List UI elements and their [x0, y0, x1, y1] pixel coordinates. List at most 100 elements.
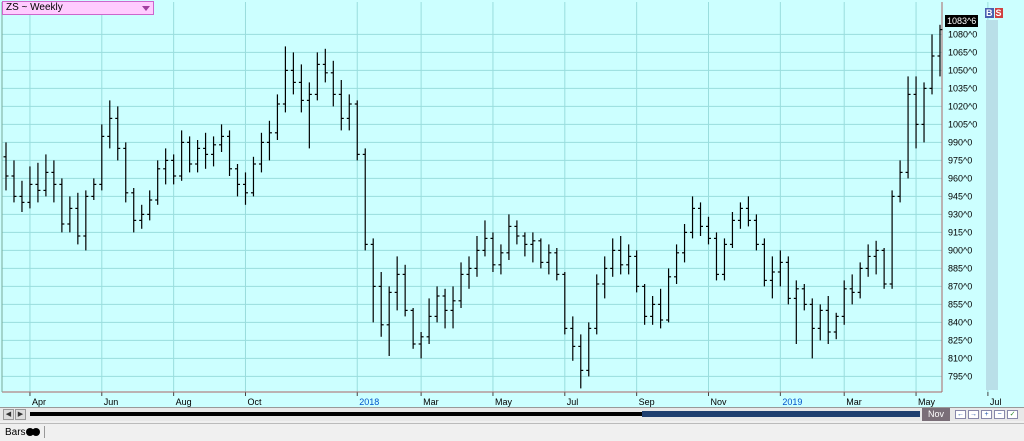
y-tick-label: 855^0: [948, 299, 972, 309]
ohlc-bar: [809, 298, 815, 359]
ohlc-bar: [322, 48, 328, 83]
y-tick-label: 915^0: [948, 227, 972, 237]
ohlc-bar: [530, 232, 536, 263]
chart-type-label: Bars: [5, 427, 26, 438]
ohlc-bar: [761, 238, 767, 287]
y-tick-label: 930^0: [948, 209, 972, 219]
ohlc-bar: [610, 238, 616, 277]
symbol-label: ZS ~ Weekly: [6, 2, 63, 13]
ohlc-bar: [793, 280, 799, 344]
chart-area[interactable]: 795^0 810^0 825^0 840^0 855^0 870^0 885^0 900^0…: [0, 0, 1024, 407]
ohlc-bar: [27, 166, 33, 209]
checkmark-icon[interactable]: ✓: [1007, 410, 1018, 419]
ohlc-bar: [155, 160, 161, 205]
x-tick-label: Apr: [32, 397, 46, 407]
y-tick-label: 1080^0: [948, 29, 977, 39]
ohlc-bar: [698, 202, 704, 236]
buy-label[interactable]: B: [985, 8, 994, 18]
y-tick-label: 900^0: [948, 245, 972, 255]
x-tick-label: Jul: [567, 397, 579, 407]
symbol-selector[interactable]: ZS ~ Weekly: [2, 1, 154, 15]
x-tick-label: Aug: [176, 397, 192, 407]
ohlc-bar: [59, 178, 65, 233]
buy-sell-badge[interactable]: BS: [985, 8, 1003, 18]
x-axis-labels: Apr Jun Aug Oct 2018 Mar May Jul Sep Nov 2019 Mar Ma…: [32, 397, 1001, 407]
ohlc-bar: [227, 130, 233, 176]
zoom-in-icon[interactable]: +: [981, 410, 992, 419]
ohlc-bar: [139, 204, 145, 229]
ohlc-bar: [131, 188, 137, 233]
grid-lines: [2, 2, 989, 392]
ohlc-bar: [825, 296, 831, 344]
ohlc-bar: [211, 136, 217, 167]
x-tick-label: Nov: [710, 397, 727, 407]
ohlc-bar: [306, 82, 312, 149]
ohlc-bar: [147, 190, 153, 221]
x-tick-label: Mar: [423, 397, 439, 407]
ohlc-bar: [418, 332, 424, 359]
ohlc-bar: [873, 240, 879, 275]
ohlc-bar: [163, 148, 169, 185]
ohlc-bar: [235, 164, 241, 197]
scroll-thumb[interactable]: [642, 411, 920, 417]
ohlc-bar: [713, 232, 719, 281]
sell-label[interactable]: S: [994, 8, 1003, 18]
ohlc-bar: [785, 256, 791, 305]
y-tick-label: 870^0: [948, 281, 972, 291]
x-tick-label: May: [918, 397, 936, 407]
ohlc-bar: [171, 154, 177, 185]
ohlc-bar: [498, 244, 504, 275]
ohlc-bar: [554, 248, 560, 281]
ohlc-bar: [921, 82, 927, 143]
ohlc-bar: [849, 274, 855, 305]
scroll-left-icon[interactable]: ◀: [3, 409, 14, 420]
ohlc-bar: [330, 60, 336, 107]
y-tick-label: 1005^0: [948, 119, 977, 129]
axes: [1, 2, 989, 396]
y-tick-label: 975^0: [948, 155, 972, 165]
ohlc-bar: [570, 316, 576, 361]
right-arrow-icon[interactable]: →: [968, 410, 979, 419]
ohlc-bar: [314, 52, 320, 101]
x-tick-label: Mar: [846, 397, 862, 407]
ohlc-bar: [338, 80, 344, 131]
ohlc-bar: [394, 256, 400, 311]
ohlc-bar: [769, 256, 775, 299]
x-tick-label: Jun: [104, 397, 119, 407]
ohlc-bar: [274, 94, 280, 140]
ohlc-bar: [602, 256, 608, 299]
ohlc-bar: [258, 132, 264, 173]
y-tick-label: 1065^0: [948, 47, 977, 57]
ohlc-bar: [721, 238, 727, 281]
scroll-right-icon[interactable]: ▶: [15, 409, 26, 420]
ohlc-bar: [219, 124, 225, 152]
chevron-down-icon[interactable]: [142, 6, 150, 11]
bars-chart-icon[interactable]: [26, 428, 40, 436]
current-period: Nov: [922, 408, 950, 421]
ohlc-bar: [522, 232, 528, 257]
ohlc-bar: [833, 312, 839, 340]
ohlc-bar: [562, 272, 568, 335]
scroll-track[interactable]: [30, 412, 642, 416]
y-tick-label: 795^0: [948, 371, 972, 381]
ohlc-bar: [83, 190, 89, 251]
ohlc-bar: [801, 284, 807, 311]
ohlc-bar: [626, 244, 632, 275]
y-tick-label: 1035^0: [948, 83, 977, 93]
ohlc-bar: [75, 192, 81, 245]
ohlc-bar: [115, 106, 121, 161]
ohlc-bar: [578, 334, 584, 389]
ohlc-bar: [538, 238, 544, 269]
ohlc-bar: [705, 216, 711, 245]
ohlc-bar: [682, 224, 688, 263]
price-scale-strip: [986, 20, 998, 390]
zoom-out-icon[interactable]: −: [994, 410, 1005, 419]
price-chart[interactable]: 795^0 810^0 825^0 840^0 855^0 870^0 885^0 900^0…: [0, 0, 1024, 407]
x-tick-label: 2019: [782, 397, 802, 407]
ohlc-bar: [362, 148, 368, 251]
ohlc-bar: [737, 202, 743, 229]
time-scrollbar[interactable]: ◀ ▶ Nov ← → + − ✓: [0, 407, 1024, 421]
ohlc-bar: [650, 296, 656, 325]
ohlc-bar: [729, 212, 735, 248]
left-arrow-icon[interactable]: ←: [955, 410, 966, 419]
